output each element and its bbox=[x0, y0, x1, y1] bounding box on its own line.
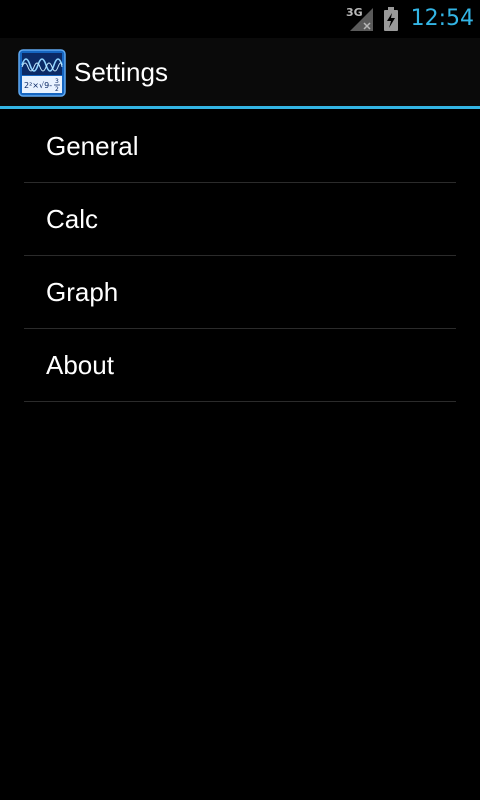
settings-item-label: General bbox=[46, 131, 139, 161]
status-bar: 3G 12:54 bbox=[0, 0, 480, 38]
action-bar-divider bbox=[0, 106, 480, 109]
settings-item-general[interactable]: General bbox=[24, 110, 456, 183]
settings-item-label: About bbox=[46, 350, 114, 380]
action-bar: 2²×√9- 3 2 Settings bbox=[0, 38, 480, 106]
settings-item-calc[interactable]: Calc bbox=[24, 183, 456, 256]
settings-list: General Calc Graph About bbox=[24, 110, 456, 402]
svg-text:3: 3 bbox=[55, 78, 59, 85]
settings-item-about[interactable]: About bbox=[24, 329, 456, 402]
clock: 12:54 bbox=[410, 6, 474, 31]
settings-item-label: Graph bbox=[46, 277, 119, 307]
battery-charging-icon bbox=[383, 7, 399, 31]
svg-text:2: 2 bbox=[55, 86, 59, 93]
page-title: Settings bbox=[74, 57, 168, 87]
svg-text:2²×√9-: 2²×√9- bbox=[24, 81, 52, 90]
signal-no-service-icon: 3G bbox=[346, 6, 374, 32]
settings-item-label: Calc bbox=[46, 204, 99, 234]
graphing-calculator-app-icon[interactable]: 2²×√9- 3 2 bbox=[18, 49, 66, 97]
settings-item-graph[interactable]: Graph bbox=[24, 256, 456, 329]
